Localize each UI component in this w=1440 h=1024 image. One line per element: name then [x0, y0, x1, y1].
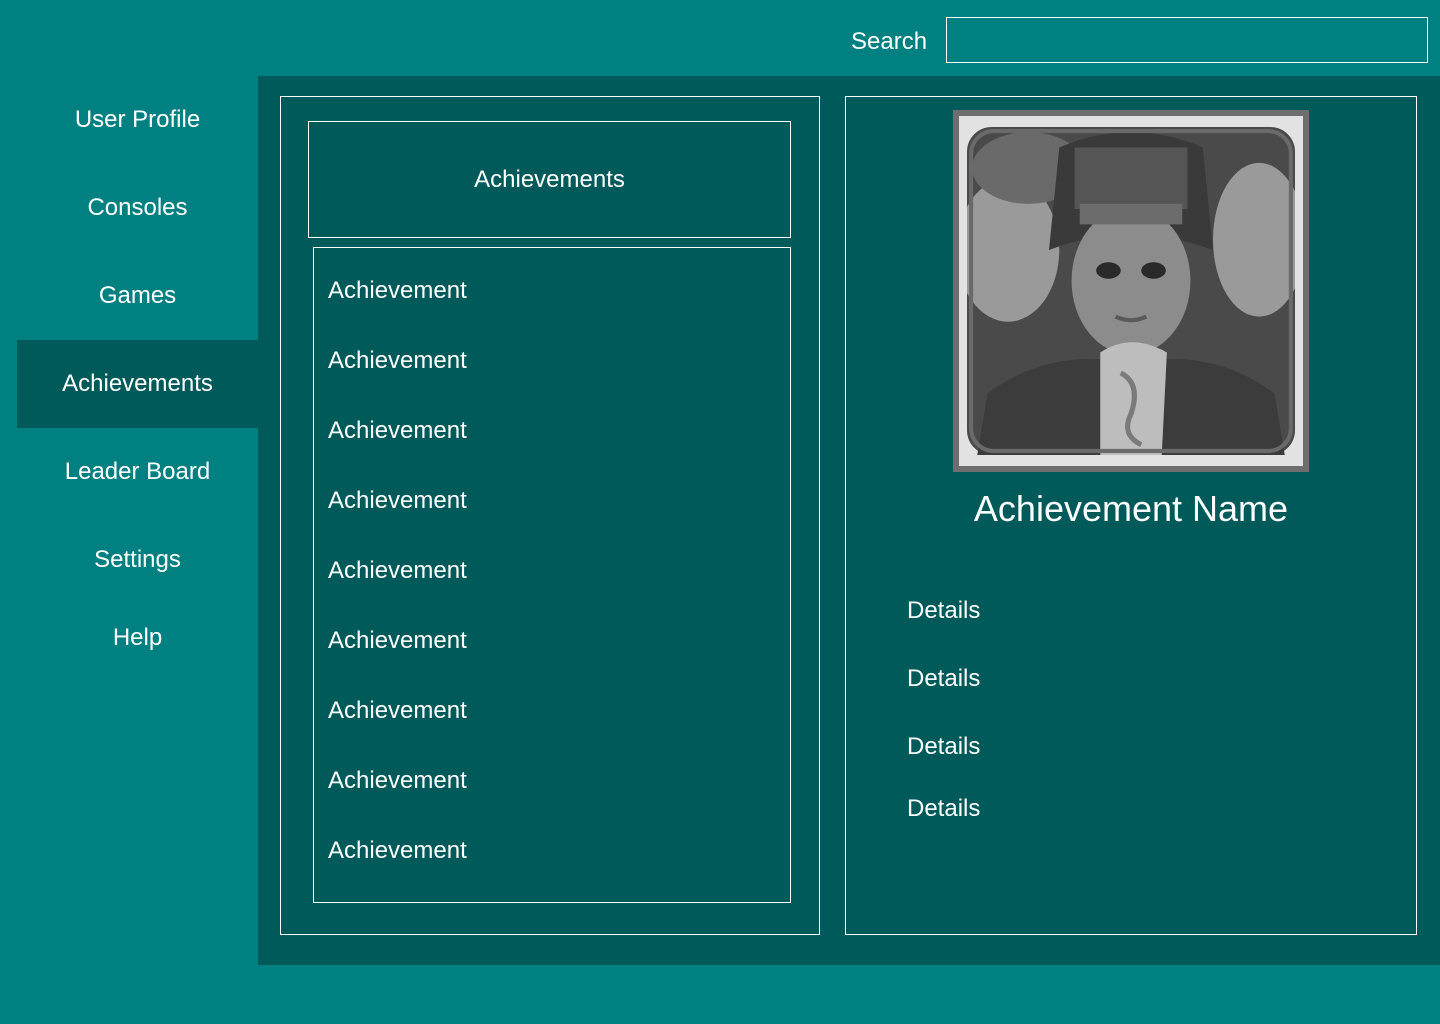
sidebar-item-user-profile[interactable]: User Profile — [17, 76, 258, 164]
detail-line: Details — [907, 597, 981, 624]
list-item[interactable]: Achievement — [328, 347, 467, 375]
list-item[interactable]: Achievement — [328, 277, 467, 305]
sidebar-item-consoles[interactable]: Consoles — [17, 164, 258, 252]
list-item[interactable]: Achievement — [328, 627, 467, 655]
list-item[interactable]: Achievement — [328, 417, 467, 445]
achievements-list: Achievement Achievement Achievement Achi… — [313, 247, 791, 903]
detail-line: Details — [907, 795, 981, 822]
achievement-detail-panel: Achievement Name Details Details Details… — [845, 96, 1417, 935]
sidebar-item-help[interactable]: Help — [17, 594, 258, 682]
list-item[interactable]: Achievement — [328, 837, 467, 865]
achievements-list-header: Achievements — [308, 121, 791, 238]
list-item[interactable]: Achievement — [328, 487, 467, 515]
search-input[interactable] — [946, 17, 1428, 63]
sidebar-item-games[interactable]: Games — [17, 252, 258, 340]
sidebar-item-settings[interactable]: Settings — [17, 516, 258, 604]
achievements-list-panel: Achievements Achievement Achievement Ach… — [280, 96, 820, 935]
sidebar-item-achievements[interactable]: Achievements — [17, 340, 258, 428]
search-label: Search — [851, 28, 928, 55]
achievement-image — [953, 110, 1309, 472]
main-panel: Achievements Achievement Achievement Ach… — [258, 76, 1440, 965]
detail-line: Details — [907, 733, 981, 760]
sidebar-item-leader-board[interactable]: Leader Board — [17, 428, 258, 516]
detail-line: Details — [907, 665, 981, 692]
achievement-name: Achievement Name — [973, 488, 1289, 529]
list-item[interactable]: Achievement — [328, 767, 467, 795]
list-item[interactable]: Achievement — [328, 557, 467, 585]
achievement-portrait-icon — [967, 127, 1295, 455]
list-item[interactable]: Achievement — [328, 697, 467, 725]
